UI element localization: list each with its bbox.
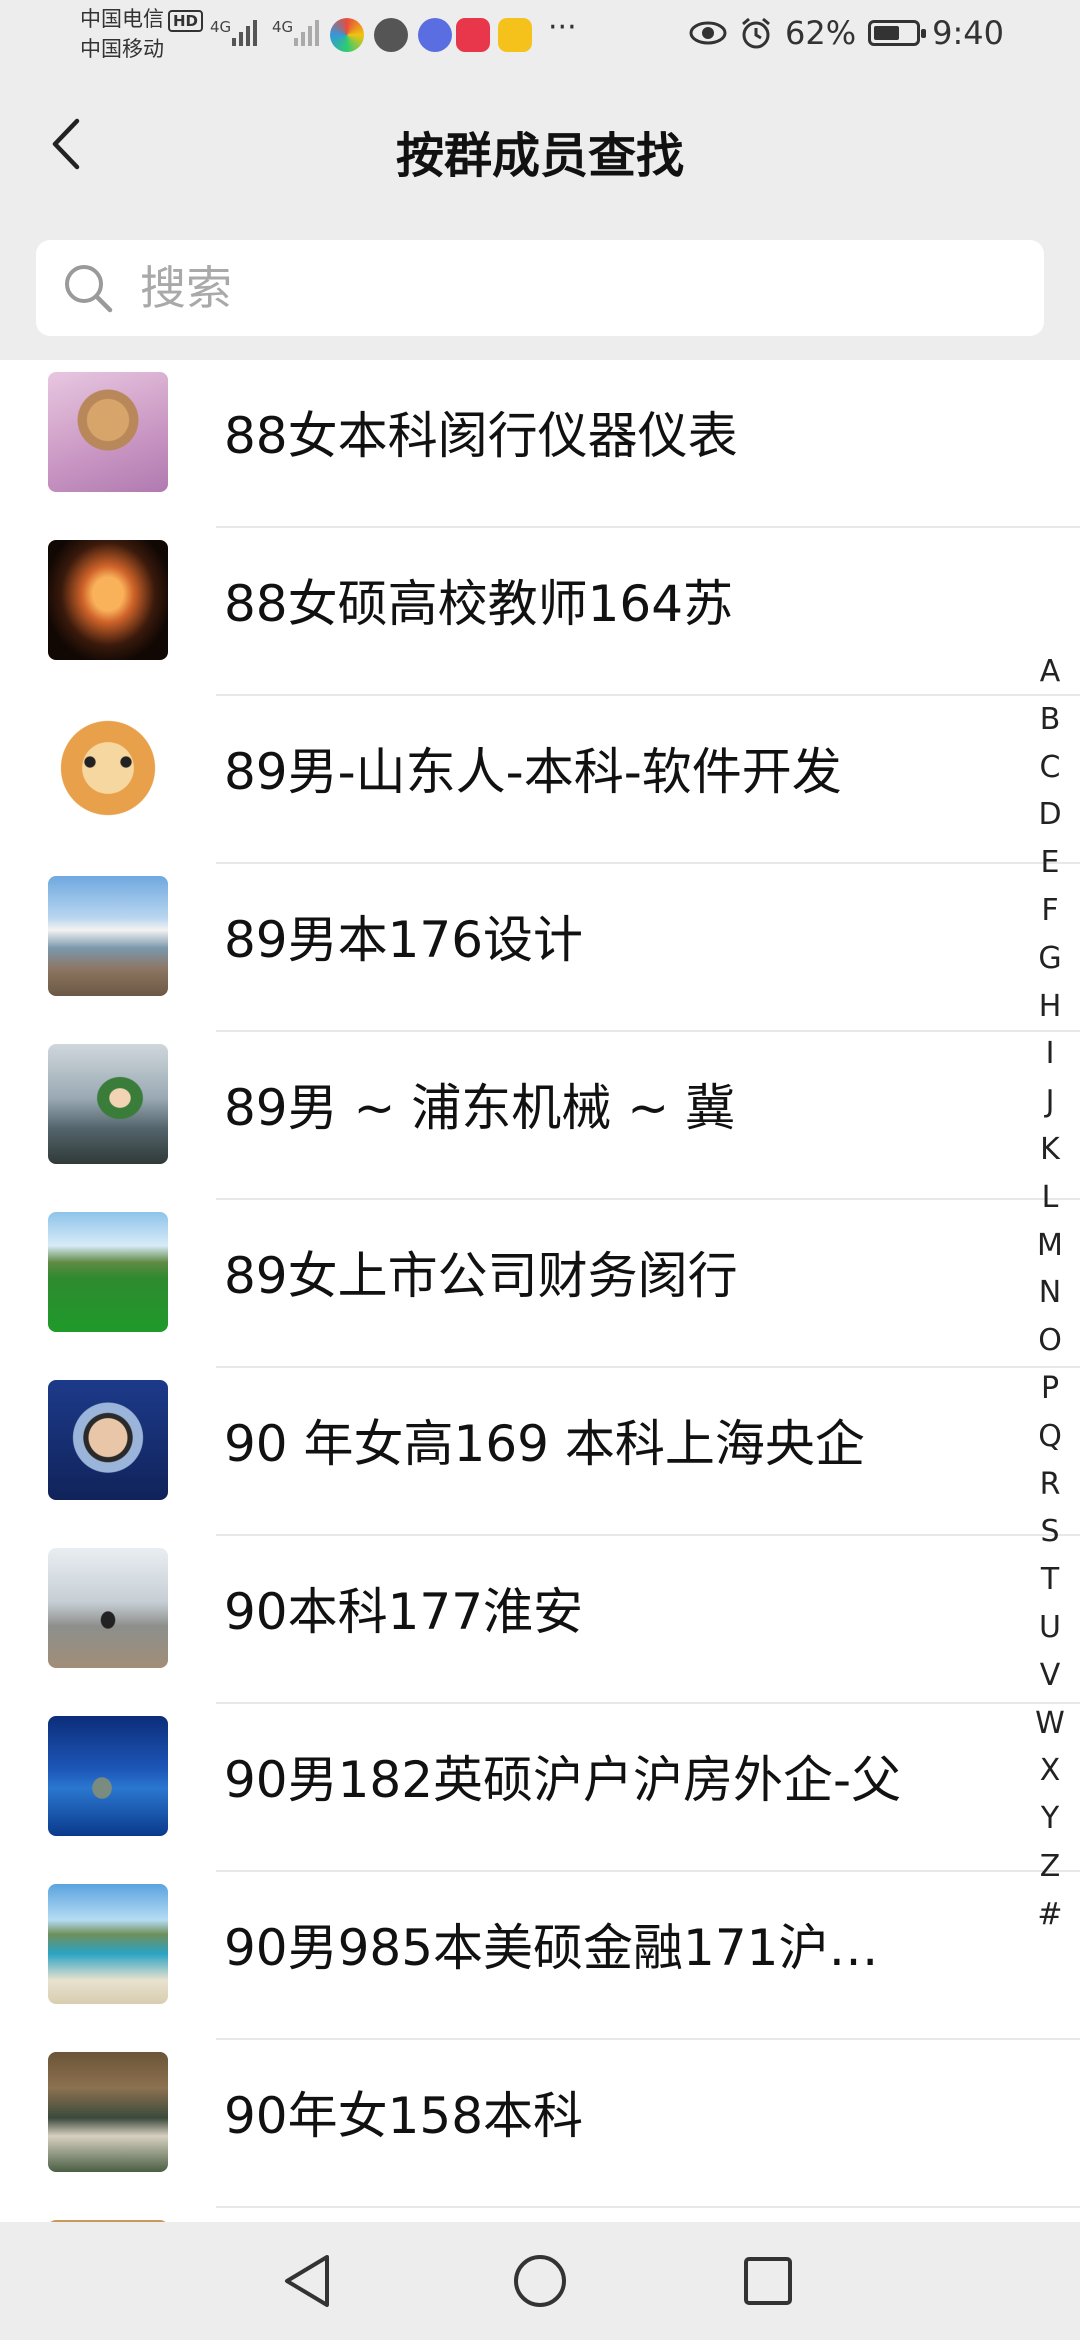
hd-badge: HD bbox=[168, 10, 204, 32]
member-name: 88女硕高校教师164苏 bbox=[224, 575, 734, 633]
avatar bbox=[48, 1884, 168, 2004]
avatar bbox=[48, 1044, 168, 1164]
network-type-2: 4G bbox=[272, 18, 294, 36]
member-row[interactable]: 90男985本美硕金融171沪户... bbox=[0, 1872, 1080, 2040]
huawei-notification-icon bbox=[456, 18, 490, 52]
index-letter[interactable]: Q bbox=[1030, 1413, 1070, 1461]
app-notification-icon bbox=[330, 18, 364, 52]
index-letter[interactable]: S bbox=[1030, 1508, 1070, 1556]
member-name: 89男 ~ 浦东机械 ~ 冀 bbox=[224, 1079, 735, 1137]
member-name: 90本科177淮安 bbox=[224, 1583, 584, 1641]
weibo-notification-icon bbox=[498, 18, 532, 52]
member-list: 88女本科阂行仪器仪表 88女硕高校教师164苏 89男-山东人-本科-软件开发… bbox=[0, 360, 1080, 2222]
index-letter[interactable]: R bbox=[1030, 1461, 1070, 1509]
search-icon bbox=[65, 265, 113, 313]
index-letter[interactable]: # bbox=[1030, 1891, 1070, 1939]
square-recents-icon bbox=[744, 2257, 792, 2305]
triangle-back-icon bbox=[285, 2255, 329, 2307]
index-letter[interactable]: Y bbox=[1030, 1795, 1070, 1843]
alphabet-index[interactable]: A B C D E F G H I J K L M N O P Q R S T U V W X Y Z # bbox=[1030, 648, 1070, 1939]
member-row[interactable]: 89男 ~ 浦东机械 ~ 冀 bbox=[0, 1032, 1080, 1200]
network-type-1: 4G bbox=[210, 18, 232, 36]
index-letter[interactable]: V bbox=[1030, 1652, 1070, 1700]
index-letter[interactable]: X bbox=[1030, 1747, 1070, 1795]
member-row[interactable]: 89男本176设计 bbox=[0, 864, 1080, 1032]
more-notifications-icon: ··· bbox=[548, 10, 577, 45]
member-row[interactable] bbox=[0, 2208, 1080, 2222]
avatar bbox=[48, 372, 168, 492]
member-name: 88女本科阂行仪器仪表 bbox=[224, 407, 738, 465]
nav-home-button[interactable] bbox=[505, 2246, 575, 2316]
carrier2: 中国移动 bbox=[80, 37, 164, 61]
member-row[interactable]: 88女硕高校教师164苏 bbox=[0, 528, 1080, 696]
member-row[interactable]: 88女本科阂行仪器仪表 bbox=[0, 360, 1080, 528]
avatar bbox=[48, 1716, 168, 1836]
member-name: 90男182英硕沪户沪房外企-父 bbox=[224, 1751, 902, 1809]
member-name: 89女上市公司财务阂行 bbox=[224, 1247, 738, 1305]
index-letter[interactable]: G bbox=[1030, 935, 1070, 983]
alarm-icon bbox=[742, 17, 770, 49]
member-row[interactable]: 89男-山东人-本科-软件开发 bbox=[0, 696, 1080, 864]
index-letter[interactable]: D bbox=[1030, 791, 1070, 839]
clock: 9:40 bbox=[932, 14, 1004, 52]
index-letter[interactable]: E bbox=[1030, 839, 1070, 887]
avatar bbox=[48, 1548, 168, 1668]
index-letter[interactable]: H bbox=[1030, 983, 1070, 1031]
index-letter[interactable]: J bbox=[1030, 1078, 1070, 1126]
avatar bbox=[48, 708, 168, 828]
index-letter[interactable]: M bbox=[1030, 1222, 1070, 1270]
member-name: 90年女158本科 bbox=[224, 2087, 584, 2145]
index-letter[interactable]: U bbox=[1030, 1604, 1070, 1652]
search-box[interactable] bbox=[36, 240, 1044, 336]
member-row[interactable]: 90 年女高169 本科上海央企 bbox=[0, 1368, 1080, 1536]
member-name: 90男985本美硕金融171沪户... bbox=[224, 1919, 924, 1977]
index-letter[interactable]: B bbox=[1030, 696, 1070, 744]
carrier-info: 中国电信 HD 中国移动 bbox=[80, 4, 204, 64]
carrier1: 中国电信 bbox=[80, 7, 164, 31]
index-letter[interactable]: K bbox=[1030, 1126, 1070, 1174]
member-row[interactable]: 90男182英硕沪户沪房外企-父 bbox=[0, 1704, 1080, 1872]
index-letter[interactable]: W bbox=[1030, 1700, 1070, 1748]
battery-percent: 62% bbox=[785, 14, 857, 52]
page-title: 按群成员查找 bbox=[395, 128, 684, 184]
avatar bbox=[48, 540, 168, 660]
avatar bbox=[48, 1380, 168, 1500]
member-row[interactable]: 89女上市公司财务阂行 bbox=[0, 1200, 1080, 1368]
avatar bbox=[48, 1212, 168, 1332]
index-letter[interactable]: T bbox=[1030, 1556, 1070, 1604]
search-area bbox=[0, 216, 1080, 360]
navigation-bar bbox=[0, 2222, 1080, 2340]
index-letter[interactable]: L bbox=[1030, 1174, 1070, 1222]
index-letter[interactable]: N bbox=[1030, 1269, 1070, 1317]
nav-back-button[interactable] bbox=[272, 2246, 342, 2316]
member-name: 90 年女高169 本科上海央企 bbox=[224, 1415, 865, 1473]
member-name: 89男-山东人-本科-软件开发 bbox=[224, 743, 842, 801]
index-letter[interactable]: Z bbox=[1030, 1843, 1070, 1891]
index-letter[interactable]: I bbox=[1030, 1030, 1070, 1078]
title-bar: 按群成员查找 bbox=[0, 78, 1080, 216]
battery-fill bbox=[874, 26, 899, 40]
eye-comfort-icon bbox=[689, 21, 727, 45]
status-bar: 中国电信 HD 中国移动 4G 4G ··· 62% 9:40 bbox=[0, 0, 1080, 78]
signal-icon bbox=[294, 20, 319, 46]
member-row[interactable]: 90年女158本科 bbox=[0, 2040, 1080, 2208]
index-letter[interactable]: C bbox=[1030, 744, 1070, 792]
member-name: 89男本176设计 bbox=[224, 911, 584, 969]
music-notification-icon bbox=[418, 18, 452, 52]
index-letter[interactable]: P bbox=[1030, 1365, 1070, 1413]
index-letter[interactable]: O bbox=[1030, 1317, 1070, 1365]
member-row[interactable]: 90本科177淮安 bbox=[0, 1536, 1080, 1704]
avatar bbox=[48, 876, 168, 996]
status-right: 62% 9:40 bbox=[689, 14, 1004, 52]
nav-recents-button[interactable] bbox=[733, 2246, 803, 2316]
app-notification-icon bbox=[374, 18, 408, 52]
circle-home-icon bbox=[514, 2255, 566, 2307]
avatar bbox=[48, 2052, 168, 2172]
index-letter[interactable]: A bbox=[1030, 648, 1070, 696]
signal-icon bbox=[232, 20, 257, 46]
battery-icon bbox=[868, 20, 927, 46]
search-input[interactable] bbox=[138, 260, 992, 316]
index-letter[interactable]: F bbox=[1030, 887, 1070, 935]
